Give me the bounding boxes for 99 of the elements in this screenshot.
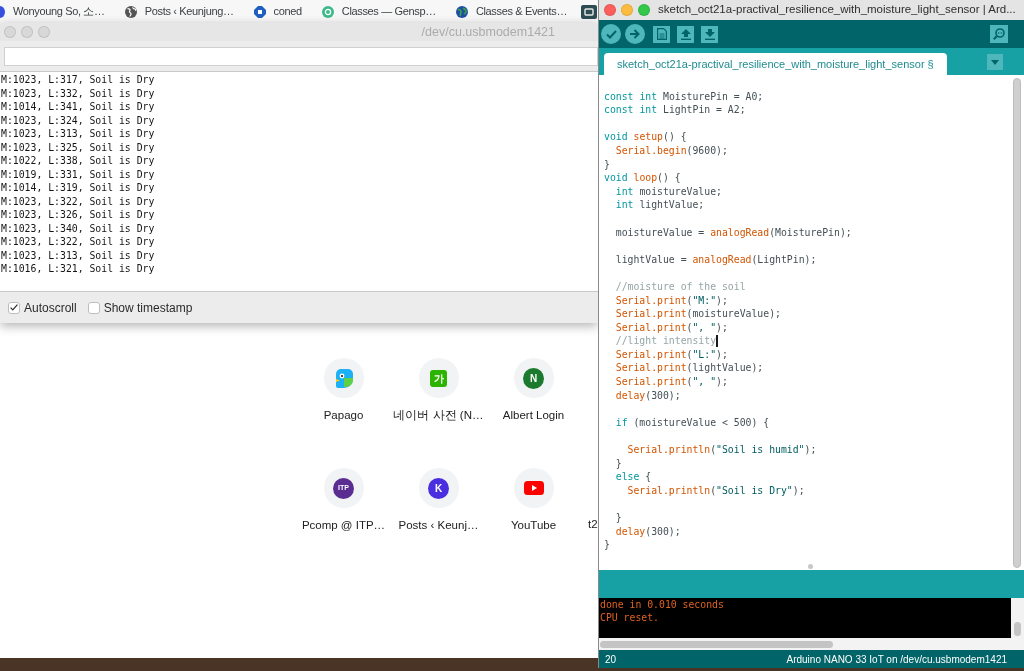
caret-down-icon	[991, 59, 999, 65]
shortcut-link[interactable]: Pcomp @ ITP…	[301, 518, 386, 533]
code-line: Serial.println("Soil is Dry");	[627, 483, 805, 498]
code-line: else {	[615, 470, 652, 484]
code-line: Serial.print("L:");	[615, 347, 728, 362]
serial-monitor-button[interactable]	[990, 25, 1008, 43]
code-line: //light intensity	[615, 334, 717, 348]
serial-output-line: M:1023, L:324, Soil is Dry	[1, 113, 155, 127]
close-button[interactable]	[604, 4, 616, 16]
code-line: if (moistureValue < 500) {	[615, 415, 770, 430]
shortcut-link[interactable]: Posts ‹ Keunj…	[398, 518, 479, 533]
code-line: Serial.print(", ");	[615, 320, 728, 335]
arrow-up-icon	[680, 28, 691, 40]
scrollbar-thumb[interactable]	[1013, 78, 1021, 568]
code-line: void loop() {	[604, 171, 681, 185]
code-line: Serial.begin(9600);	[615, 143, 728, 158]
code-line: }	[615, 456, 622, 471]
checkbox-label: Autoscroll	[24, 299, 77, 317]
shortcut-link[interactable]: Papago	[323, 408, 364, 423]
code-line: delay(300);	[615, 524, 681, 539]
save-button[interactable]	[701, 25, 718, 43]
code-line: const int MoisturePin = A0;	[604, 89, 764, 104]
code-line: void setup() {	[604, 130, 687, 144]
bookmark-link[interactable]: Wonyoung So, 소…	[0, 3, 105, 20]
checkbox[interactable]	[8, 301, 20, 314]
checkbox-label: Show timestamp	[103, 299, 193, 317]
serial-output-line: M:1023, L:317, Soil is Dry	[1, 73, 155, 87]
code-line: Serial.print(lightValue);	[615, 361, 764, 376]
globe-icon	[124, 5, 137, 18]
bookmark-link[interactable]: Posts ‹ Keunjung…	[124, 3, 234, 20]
text-caret	[716, 335, 719, 348]
code-line: moistureValue = analogRead(MoisturePin);	[615, 225, 852, 240]
serial-output-line: M:1023, L:322, Soil is Dry	[1, 194, 155, 208]
code-line: const int LightPin = A2;	[604, 103, 746, 117]
bookmark-link[interactable]: Classes & Events…	[455, 3, 568, 20]
window-title: sketch_oct21a-practival_resilience_with_moisture_light_sensor | Ard...	[658, 2, 1016, 18]
serial-output-line: M:1022, L:338, Soil is Dry	[1, 154, 155, 168]
magnifier-icon	[993, 28, 1005, 40]
code-line: Serial.println("Soil is humid");	[627, 443, 817, 457]
minimize-button[interactable]	[21, 26, 33, 38]
serial-output-line: M:1023, L:322, Soil is Dry	[1, 235, 155, 249]
globe-icon	[455, 5, 468, 18]
bookmark-link[interactable]: coned	[253, 3, 302, 20]
console-line: done in 0.010 seconds	[600, 598, 724, 611]
serial-output-line: M:1023, L:332, Soil is Dry	[1, 86, 155, 100]
arrow-down-icon	[704, 28, 715, 40]
code-line: }	[615, 511, 622, 525]
check-icon	[605, 29, 617, 39]
shortcut-link[interactable]: 네이버 사전 (N…	[393, 408, 484, 423]
code-line: Serial.print(", ");	[615, 375, 728, 389]
code-line: }	[604, 538, 610, 552]
code-line: int lightValue;	[615, 198, 705, 212]
tab-menu-button[interactable]	[987, 54, 1003, 70]
line-number: 20	[605, 652, 617, 667]
serial-output-line: M:1023, L:325, Soil is Dry	[1, 140, 155, 154]
code-line: int moistureValue;	[615, 184, 722, 199]
serial-output-line: M:1014, L:341, Soil is Dry	[1, 100, 155, 114]
shortcut-link[interactable]: Albert Login	[502, 408, 565, 423]
octagon-icon	[253, 5, 266, 18]
serial-output-line: M:1016, L:321, Soil is Dry	[1, 262, 155, 276]
minimize-button[interactable]	[621, 4, 633, 16]
window-title: /dev/cu.usbmodem1421	[421, 23, 555, 41]
tile-icon[interactable]	[581, 4, 598, 19]
ring-icon	[321, 5, 334, 18]
zoom-button[interactable]	[38, 26, 50, 38]
checkbox[interactable]	[87, 301, 100, 314]
document-icon	[656, 28, 667, 40]
drag-handle-icon[interactable]	[808, 564, 813, 569]
shortcut-link[interactable]: YouTube	[510, 518, 557, 533]
close-button[interactable]	[4, 26, 16, 38]
serial-output-line: M:1023, L:326, Soil is Dry	[1, 208, 155, 222]
serial-output-line: M:1023, L:313, Soil is Dry	[1, 127, 155, 141]
code-line: lightValue = analogRead(LightPin);	[615, 252, 817, 267]
bookmark-link[interactable]: Classes — Gensp…	[321, 3, 436, 20]
serial-output-line: M:1023, L:340, Soil is Dry	[1, 221, 155, 235]
serial-output-line: M:1019, L:331, Soil is Dry	[1, 167, 155, 181]
message-input[interactable]	[4, 47, 598, 66]
scrollbar-thumb[interactable]	[1014, 622, 1021, 636]
serial-output-line: M:1023, L:313, Soil is Dry	[1, 248, 155, 262]
code-line: //moisture of the soil	[615, 279, 746, 294]
play-button-icon[interactable]	[513, 468, 554, 508]
new-button[interactable]	[653, 25, 670, 43]
upload-button[interactable]	[625, 24, 645, 44]
file-tab[interactable]: sketch_oct21a-practival_resilience_with_moisture_light_sensor §	[604, 53, 947, 75]
check-icon	[10, 304, 18, 311]
board-port-label: Arduino NANO 33 IoT on /dev/cu.usbmodem1421	[786, 652, 1007, 667]
bird-icon[interactable]	[323, 358, 364, 398]
serial-output-line: M:1014, L:319, Soil is Dry	[1, 181, 155, 195]
code-line: Serial.print("M:");	[615, 293, 728, 308]
code-line: Serial.print(moistureValue);	[615, 307, 781, 321]
zoom-button[interactable]	[638, 4, 650, 16]
scrollbar-thumb[interactable]	[600, 641, 833, 648]
code-line: }	[604, 157, 610, 172]
shortcut-link[interactable]: t2	[588, 517, 598, 532]
console-line: CPU reset.	[600, 611, 659, 624]
arrow-right-icon	[630, 29, 640, 39]
code-line: delay(300);	[615, 388, 681, 403]
open-button[interactable]	[677, 25, 694, 43]
verify-button[interactable]	[601, 24, 621, 44]
